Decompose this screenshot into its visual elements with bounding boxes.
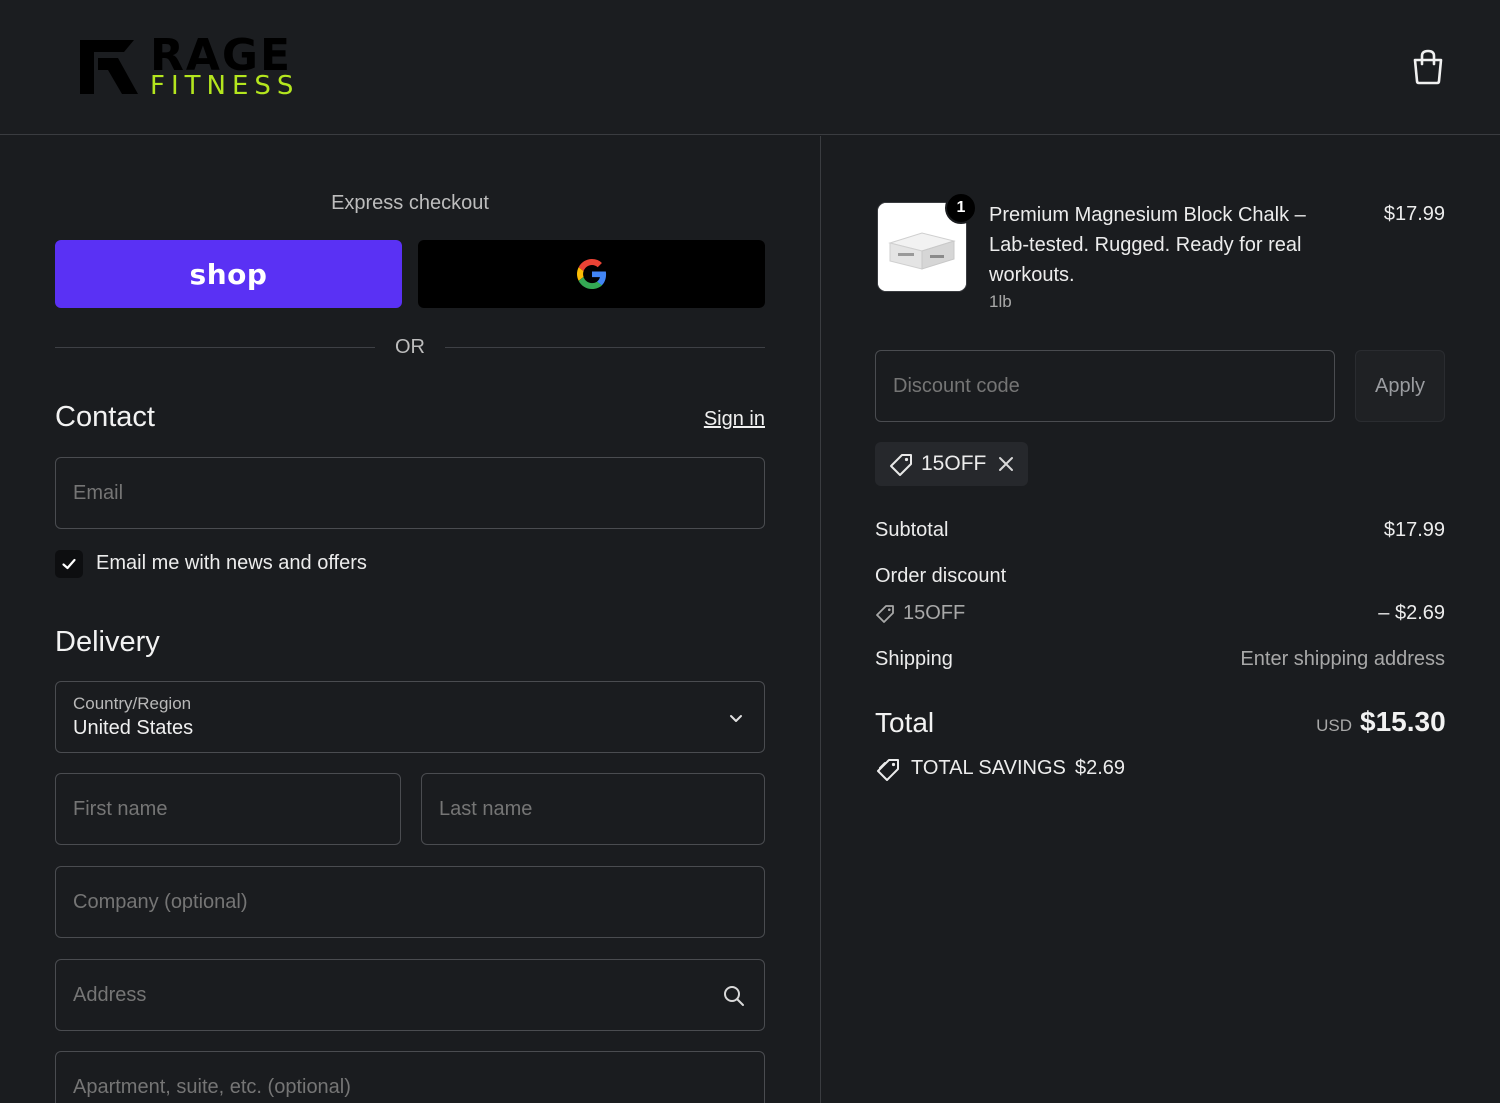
total-currency: USD xyxy=(1316,716,1352,735)
subtotal-label: Subtotal xyxy=(875,519,949,541)
contact-title: Contact xyxy=(55,401,155,433)
marketing-checkbox-label[interactable]: Email me with news and offers xyxy=(96,552,367,575)
company-input[interactable] xyxy=(56,867,764,937)
subtotal-value: $17.99 xyxy=(1383,519,1445,541)
search-icon xyxy=(724,986,744,1006)
checkmark-icon xyxy=(62,558,76,570)
product-variant: 1lb xyxy=(989,292,1012,311)
address-field[interactable] xyxy=(55,959,765,1031)
apply-discount-button[interactable]: Apply xyxy=(1355,350,1445,422)
shop-pay-button[interactable]: shop xyxy=(55,240,402,308)
order-discount-code: 15OFF xyxy=(903,602,966,624)
last-name-field[interactable] xyxy=(421,773,765,845)
discount-code-input[interactable] xyxy=(876,351,1334,421)
savings-tag-icon xyxy=(877,759,899,781)
close-icon[interactable] xyxy=(996,454,1016,474)
country-select[interactable]: Country/Region United States xyxy=(55,681,765,753)
first-name-input[interactable] xyxy=(56,774,400,844)
country-select-label: Country/Region xyxy=(73,694,192,713)
column-divider xyxy=(820,136,821,1103)
google-pay-button[interactable] xyxy=(418,240,765,308)
first-name-field[interactable] xyxy=(55,773,401,845)
applied-discount-code: 15OFF xyxy=(921,452,987,475)
shipping-value: Enter shipping address xyxy=(1240,648,1445,670)
chevron-down-icon xyxy=(730,715,742,722)
total-savings-label: TOTAL SAVINGS xyxy=(911,757,1066,779)
company-field[interactable] xyxy=(55,866,765,938)
order-discount-label: Order discount xyxy=(875,565,1007,587)
marketing-checkbox[interactable] xyxy=(55,550,83,578)
address-input[interactable] xyxy=(56,960,764,1030)
logo-text-fitness: FITNESS xyxy=(150,71,300,101)
apartment-input[interactable] xyxy=(56,1052,764,1103)
total-value: $15.30 xyxy=(1360,706,1446,737)
product-name: Premium Magnesium Block Chalk – Lab-test… xyxy=(989,204,1306,286)
last-name-input[interactable] xyxy=(422,774,764,844)
product-price: $17.99 xyxy=(1383,203,1445,225)
apartment-field[interactable] xyxy=(55,1051,765,1103)
shipping-label: Shipping xyxy=(875,648,953,670)
quantity-badge: 1 xyxy=(945,192,977,224)
total-label: Total xyxy=(875,707,935,738)
rage-fitness-logo[interactable]: RAGE FITNESS xyxy=(78,34,323,100)
express-checkout-label: Express checkout xyxy=(331,192,489,214)
logo-mark-icon xyxy=(80,40,138,94)
site-header: RAGE FITNESS xyxy=(0,0,1500,135)
shopping-bag-icon[interactable] xyxy=(1410,48,1446,86)
total-savings-value: $2.69 xyxy=(1075,757,1126,779)
shop-pay-label: shop xyxy=(189,257,268,291)
google-g-icon xyxy=(576,259,606,289)
order-discount-value: – $2.69 xyxy=(1378,602,1445,624)
discount-code-field[interactable] xyxy=(875,350,1335,422)
sign-in-link[interactable]: Sign in xyxy=(600,408,765,431)
tag-icon xyxy=(890,454,912,476)
or-line-right xyxy=(445,347,765,348)
tag-icon xyxy=(876,605,894,623)
country-select-value: United States xyxy=(73,717,194,739)
applied-discount-chip: 15OFF xyxy=(875,442,1028,486)
or-divider: OR xyxy=(55,334,765,360)
email-input[interactable] xyxy=(56,458,764,528)
email-field[interactable] xyxy=(55,457,765,529)
delivery-title: Delivery xyxy=(55,626,160,658)
